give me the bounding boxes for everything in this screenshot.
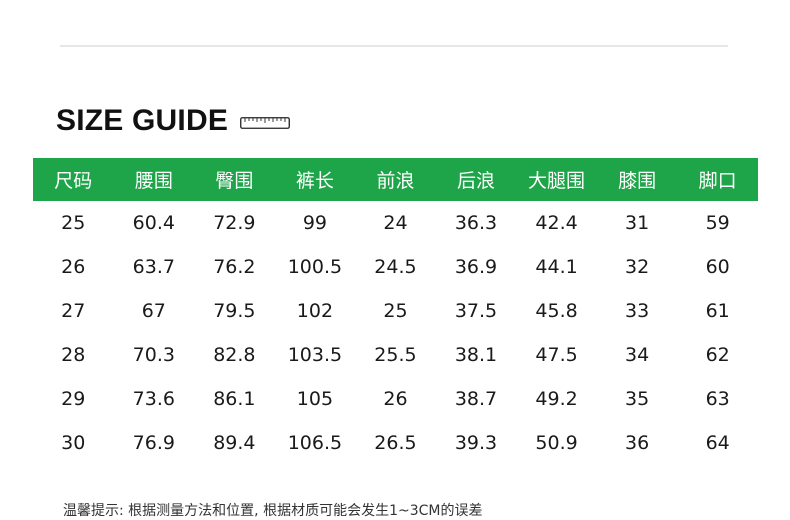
table-cell: 34 (625, 344, 650, 366)
table-cell: 36 (625, 432, 650, 454)
table-row: 26 63.7 76.2 100.5 24.5 36.9 44.1 32 60 (33, 245, 758, 289)
table-cell: 86.1 (213, 388, 256, 410)
table-cell: 29 (61, 388, 86, 410)
title-row: SIZE GUIDE (56, 101, 290, 141)
table-row: 25 60.4 72.9 99 24 36.3 42.4 31 59 (33, 201, 758, 245)
table-cell: 33 (625, 300, 650, 322)
ruler-icon (240, 117, 290, 129)
column-header: 脚口 (677, 158, 758, 201)
table-cell: 67 (141, 300, 166, 322)
table-cell: 72.9 (213, 212, 256, 234)
table-cell: 103.5 (287, 344, 343, 366)
column-header: 尺码 (33, 158, 114, 201)
table-cell: 76.9 (132, 432, 175, 454)
column-header: 后浪 (435, 158, 517, 201)
table-header-row: 尺码 腰围 臀围 裤长 前浪 后浪 大腿围 膝围 脚口 (33, 158, 758, 201)
table-cell: 62 (705, 344, 730, 366)
table-cell: 60.4 (132, 212, 175, 234)
table-cell: 61 (705, 300, 730, 322)
table-cell: 106.5 (287, 432, 343, 454)
table-cell: 105 (296, 388, 334, 410)
table-cell: 60 (705, 256, 730, 278)
measurement-note: 温馨提示: 根据测量方法和位置, 根据材质可能会发生1~3CM的误差 (63, 503, 483, 519)
table-cell: 26 (61, 256, 86, 278)
column-header: 前浪 (355, 158, 436, 201)
table-cell: 89.4 (213, 432, 256, 454)
table-cell: 100.5 (287, 256, 343, 278)
table-cell: 36.3 (454, 212, 498, 234)
table-cell: 32 (625, 256, 650, 278)
table-cell: 26.5 (374, 432, 417, 454)
table-cell: 42.4 (535, 212, 578, 234)
table-cell: 25.5 (374, 344, 417, 366)
table-cell: 44.1 (535, 256, 578, 278)
table-cell: 102 (296, 300, 334, 322)
table-cell: 35 (625, 388, 650, 410)
table-body: 25 60.4 72.9 99 24 36.3 42.4 31 59 26 63.7 76.2 100.… (33, 201, 758, 465)
table-row: 29 73.6 86.1 105 26 38.7 49.2 35 63 (33, 377, 758, 421)
table-cell: 79.5 (213, 300, 256, 322)
column-header: 臀围 (194, 158, 275, 201)
table-cell: 63 (705, 388, 730, 410)
table-cell: 30 (61, 432, 86, 454)
table-cell: 59 (705, 212, 730, 234)
table-cell: 64 (705, 432, 730, 454)
table-cell: 37.5 (454, 300, 498, 322)
table-cell: 63.7 (132, 256, 175, 278)
page-title: SIZE GUIDE (56, 104, 229, 137)
table-cell: 39.3 (454, 432, 498, 454)
table-cell: 70.3 (132, 344, 175, 366)
table-cell: 27 (61, 300, 86, 322)
table-cell: 25 (383, 300, 408, 322)
table-cell: 73.6 (132, 388, 175, 410)
column-header: 裤长 (274, 158, 356, 201)
column-header: 膝围 (596, 158, 678, 201)
table-cell: 24.5 (374, 256, 417, 278)
table-cell: 36.9 (454, 256, 498, 278)
table-row: 30 76.9 89.4 106.5 26.5 39.3 50.9 36 64 (33, 421, 758, 465)
table-cell: 31 (625, 212, 650, 234)
table-cell: 28 (61, 344, 86, 366)
table-cell: 82.8 (213, 344, 256, 366)
table-cell: 38.7 (454, 388, 498, 410)
size-table: 尺码 腰围 臀围 裤长 前浪 后浪 大腿围 膝围 脚口 25 60.4 72.9 99 24 36.3 42… (33, 158, 758, 465)
table-cell: 24 (383, 212, 408, 234)
table-cell: 50.9 (535, 432, 578, 454)
top-divider (60, 45, 728, 47)
table-cell: 76.2 (213, 256, 256, 278)
table-row: 28 70.3 82.8 103.5 25.5 38.1 47.5 34 62 (33, 333, 758, 377)
column-header: 大腿围 (516, 158, 597, 201)
table-cell: 47.5 (535, 344, 578, 366)
table-cell: 38.1 (454, 344, 498, 366)
table-cell: 45.8 (535, 300, 578, 322)
table-cell: 49.2 (535, 388, 578, 410)
table-row: 27 67 79.5 102 25 37.5 45.8 33 61 (33, 289, 758, 333)
table-cell: 25 (61, 212, 86, 234)
table-cell: 99 (302, 212, 327, 234)
table-cell: 26 (383, 388, 408, 410)
column-header: 腰围 (113, 158, 195, 201)
